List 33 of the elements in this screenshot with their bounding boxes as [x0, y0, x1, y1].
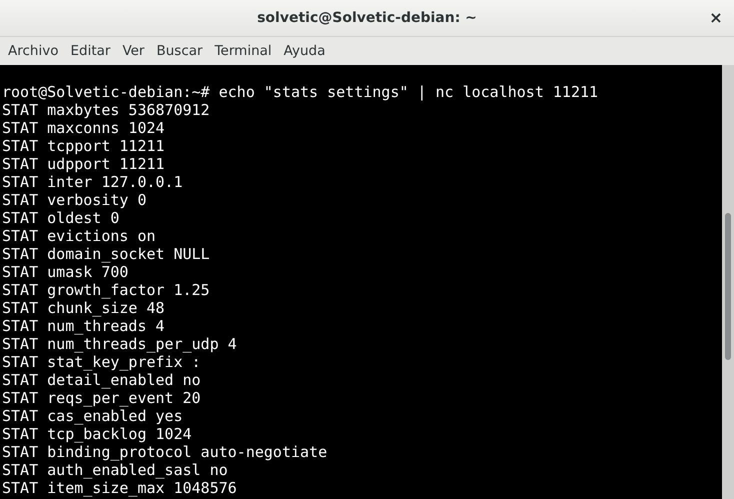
menu-item[interactable]: Ayuda [278, 39, 332, 63]
terminal-line: STAT inter 127.0.0.1 [2, 173, 183, 191]
terminal-line: STAT item_size_max 1048576 [2, 479, 237, 497]
terminal-line: STAT auth_enabled_sasl no [2, 461, 228, 479]
menu-item[interactable]: Terminal [208, 39, 278, 63]
menu-item[interactable]: Buscar [150, 39, 209, 63]
terminal-line: STAT stat_key_prefix : [2, 353, 201, 371]
terminal-line: STAT maxbytes 536870912 [2, 101, 210, 119]
terminal-line: STAT binding_protocol auto-negotiate [2, 443, 328, 461]
terminal-line: STAT verbosity 0 [2, 191, 146, 209]
terminal-line: STAT num_threads 4 [2, 317, 165, 335]
terminal-line: STAT num_threads_per_udp 4 [2, 335, 237, 353]
close-button[interactable]: × [706, 8, 726, 28]
terminal-line: STAT tcp_backlog 1024 [2, 425, 192, 443]
terminal-line: STAT umask 700 [2, 263, 128, 281]
terminal-line: STAT tcpport 11211 [2, 137, 165, 155]
terminal-line: STAT chunk_size 48 [2, 299, 165, 317]
terminal-line: root@Solvetic-debian:~# echo "stats settings" | nc localhost 11211 [2, 83, 598, 101]
terminal-line: STAT cas_enabled yes [2, 407, 183, 425]
terminal-line: STAT detail_enabled no [2, 371, 201, 389]
terminal-line: STAT reqs_per_event 20 [2, 389, 201, 407]
terminal-line: STAT maxconns 1024 [2, 119, 165, 137]
menu-item[interactable]: Archivo [2, 39, 64, 63]
scrollbar-thumb[interactable] [725, 213, 731, 360]
menu-item[interactable]: Ver [116, 39, 150, 63]
terminal-line: STAT evictions on [2, 227, 156, 245]
terminal-line: STAT domain_socket NULL [2, 245, 210, 263]
window-title: solvetic@Solvetic-debian: ~ [257, 8, 477, 28]
scrollbar[interactable] [722, 65, 734, 499]
terminal-line: STAT growth_factor 1.25 [2, 281, 210, 299]
terminal-line: STAT udpport 11211 [2, 155, 165, 173]
menu-item[interactable]: Editar [64, 39, 116, 63]
terminal-line: STAT oldest 0 [2, 209, 120, 227]
